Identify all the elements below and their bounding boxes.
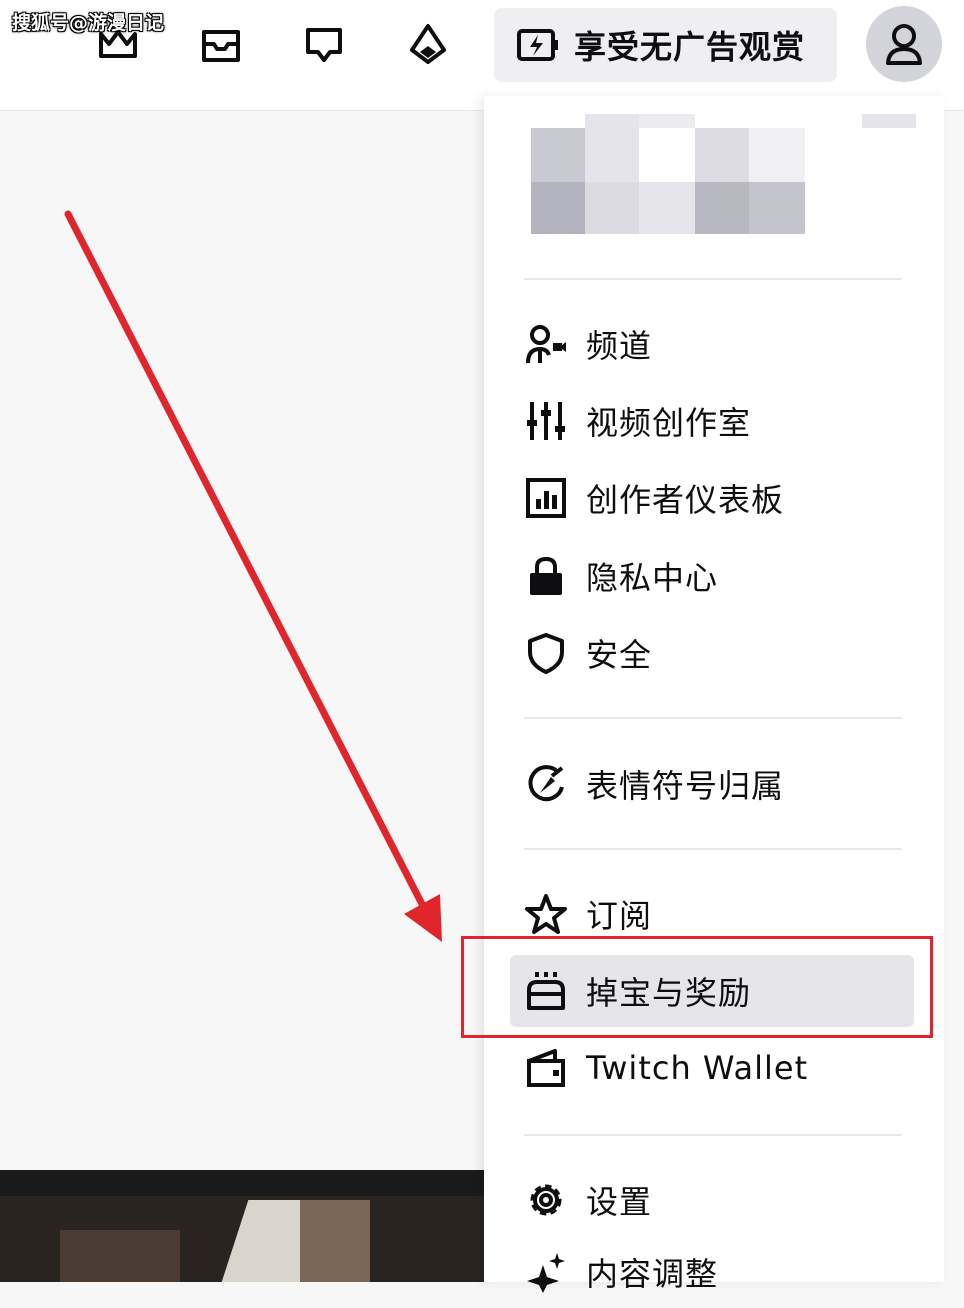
menu-item-twitch-wallet[interactable]: Twitch Wallet [510,1032,914,1104]
ad-free-button[interactable]: 享受无广告观赏 [494,8,837,82]
dashboard-icon [524,476,568,520]
menu-divider [524,717,902,719]
menu-item-label: 频道 [586,327,653,365]
star-icon [524,892,568,936]
studio-sliders-icon [524,399,568,443]
wallet-icon [524,1046,568,1090]
bits-icon[interactable] [406,22,450,66]
whispers-icon[interactable] [302,22,346,66]
menu-item-privacy-center[interactable]: 隐私中心 [510,540,914,612]
channel-icon [524,322,568,366]
menu-item-label: Twitch Wallet [586,1049,809,1087]
menu-item-channel[interactable]: 频道 [510,308,914,380]
menu-divider [524,278,902,280]
user-avatar-button[interactable] [866,6,942,82]
menu-item-security[interactable]: 安全 [510,617,914,689]
menu-item-video-studio[interactable]: 视频创作室 [510,385,914,457]
user-icon [886,24,922,65]
top-navigation-bar: 搜狐号@游漫日记 享受无广告观赏 [0,0,964,111]
menu-divider [524,848,902,850]
menu-item-creator-dashboard[interactable]: 创作者仪表板 [510,462,914,534]
menu-item-content-adjustment[interactable]: 内容调整 [510,1236,914,1308]
battery-bolt-icon [516,27,560,63]
emote-icon [524,762,568,806]
annotation-highlight-box [461,936,933,1038]
gear-icon [524,1178,568,1222]
menu-item-label: 创作者仪表板 [586,481,785,519]
ad-free-label: 享受无广告观赏 [574,28,806,66]
page-content-area [0,111,484,1282]
menu-item-settings[interactable]: 设置 [510,1164,914,1236]
menu-item-label: 表情符号归属 [586,767,785,805]
menu-item-label: 设置 [586,1183,653,1221]
shield-icon [524,631,568,675]
video-thumbnail[interactable] [0,1170,484,1282]
inbox-icon[interactable] [199,22,243,66]
watermark: 搜狐号@游漫日记 [12,12,165,34]
lock-icon [524,554,568,598]
profile-blurred-block [531,114,916,234]
sparkle-icon [524,1250,568,1294]
user-dropdown-menu: 频道 视频创作室 创作者仪表板 隐私中心 安全 表情符号归属 订阅 掉宝与奖励 … [484,96,944,1293]
menu-item-label: 安全 [586,636,653,674]
menu-item-emote-attribution[interactable]: 表情符号归属 [510,748,914,820]
menu-item-label: 视频创作室 [586,404,752,442]
menu-item-label: 隐私中心 [586,559,719,597]
menu-item-label: 内容调整 [586,1255,719,1293]
menu-item-label: 订阅 [586,897,653,935]
video-toolbar [0,1170,484,1196]
menu-divider [524,1134,902,1136]
